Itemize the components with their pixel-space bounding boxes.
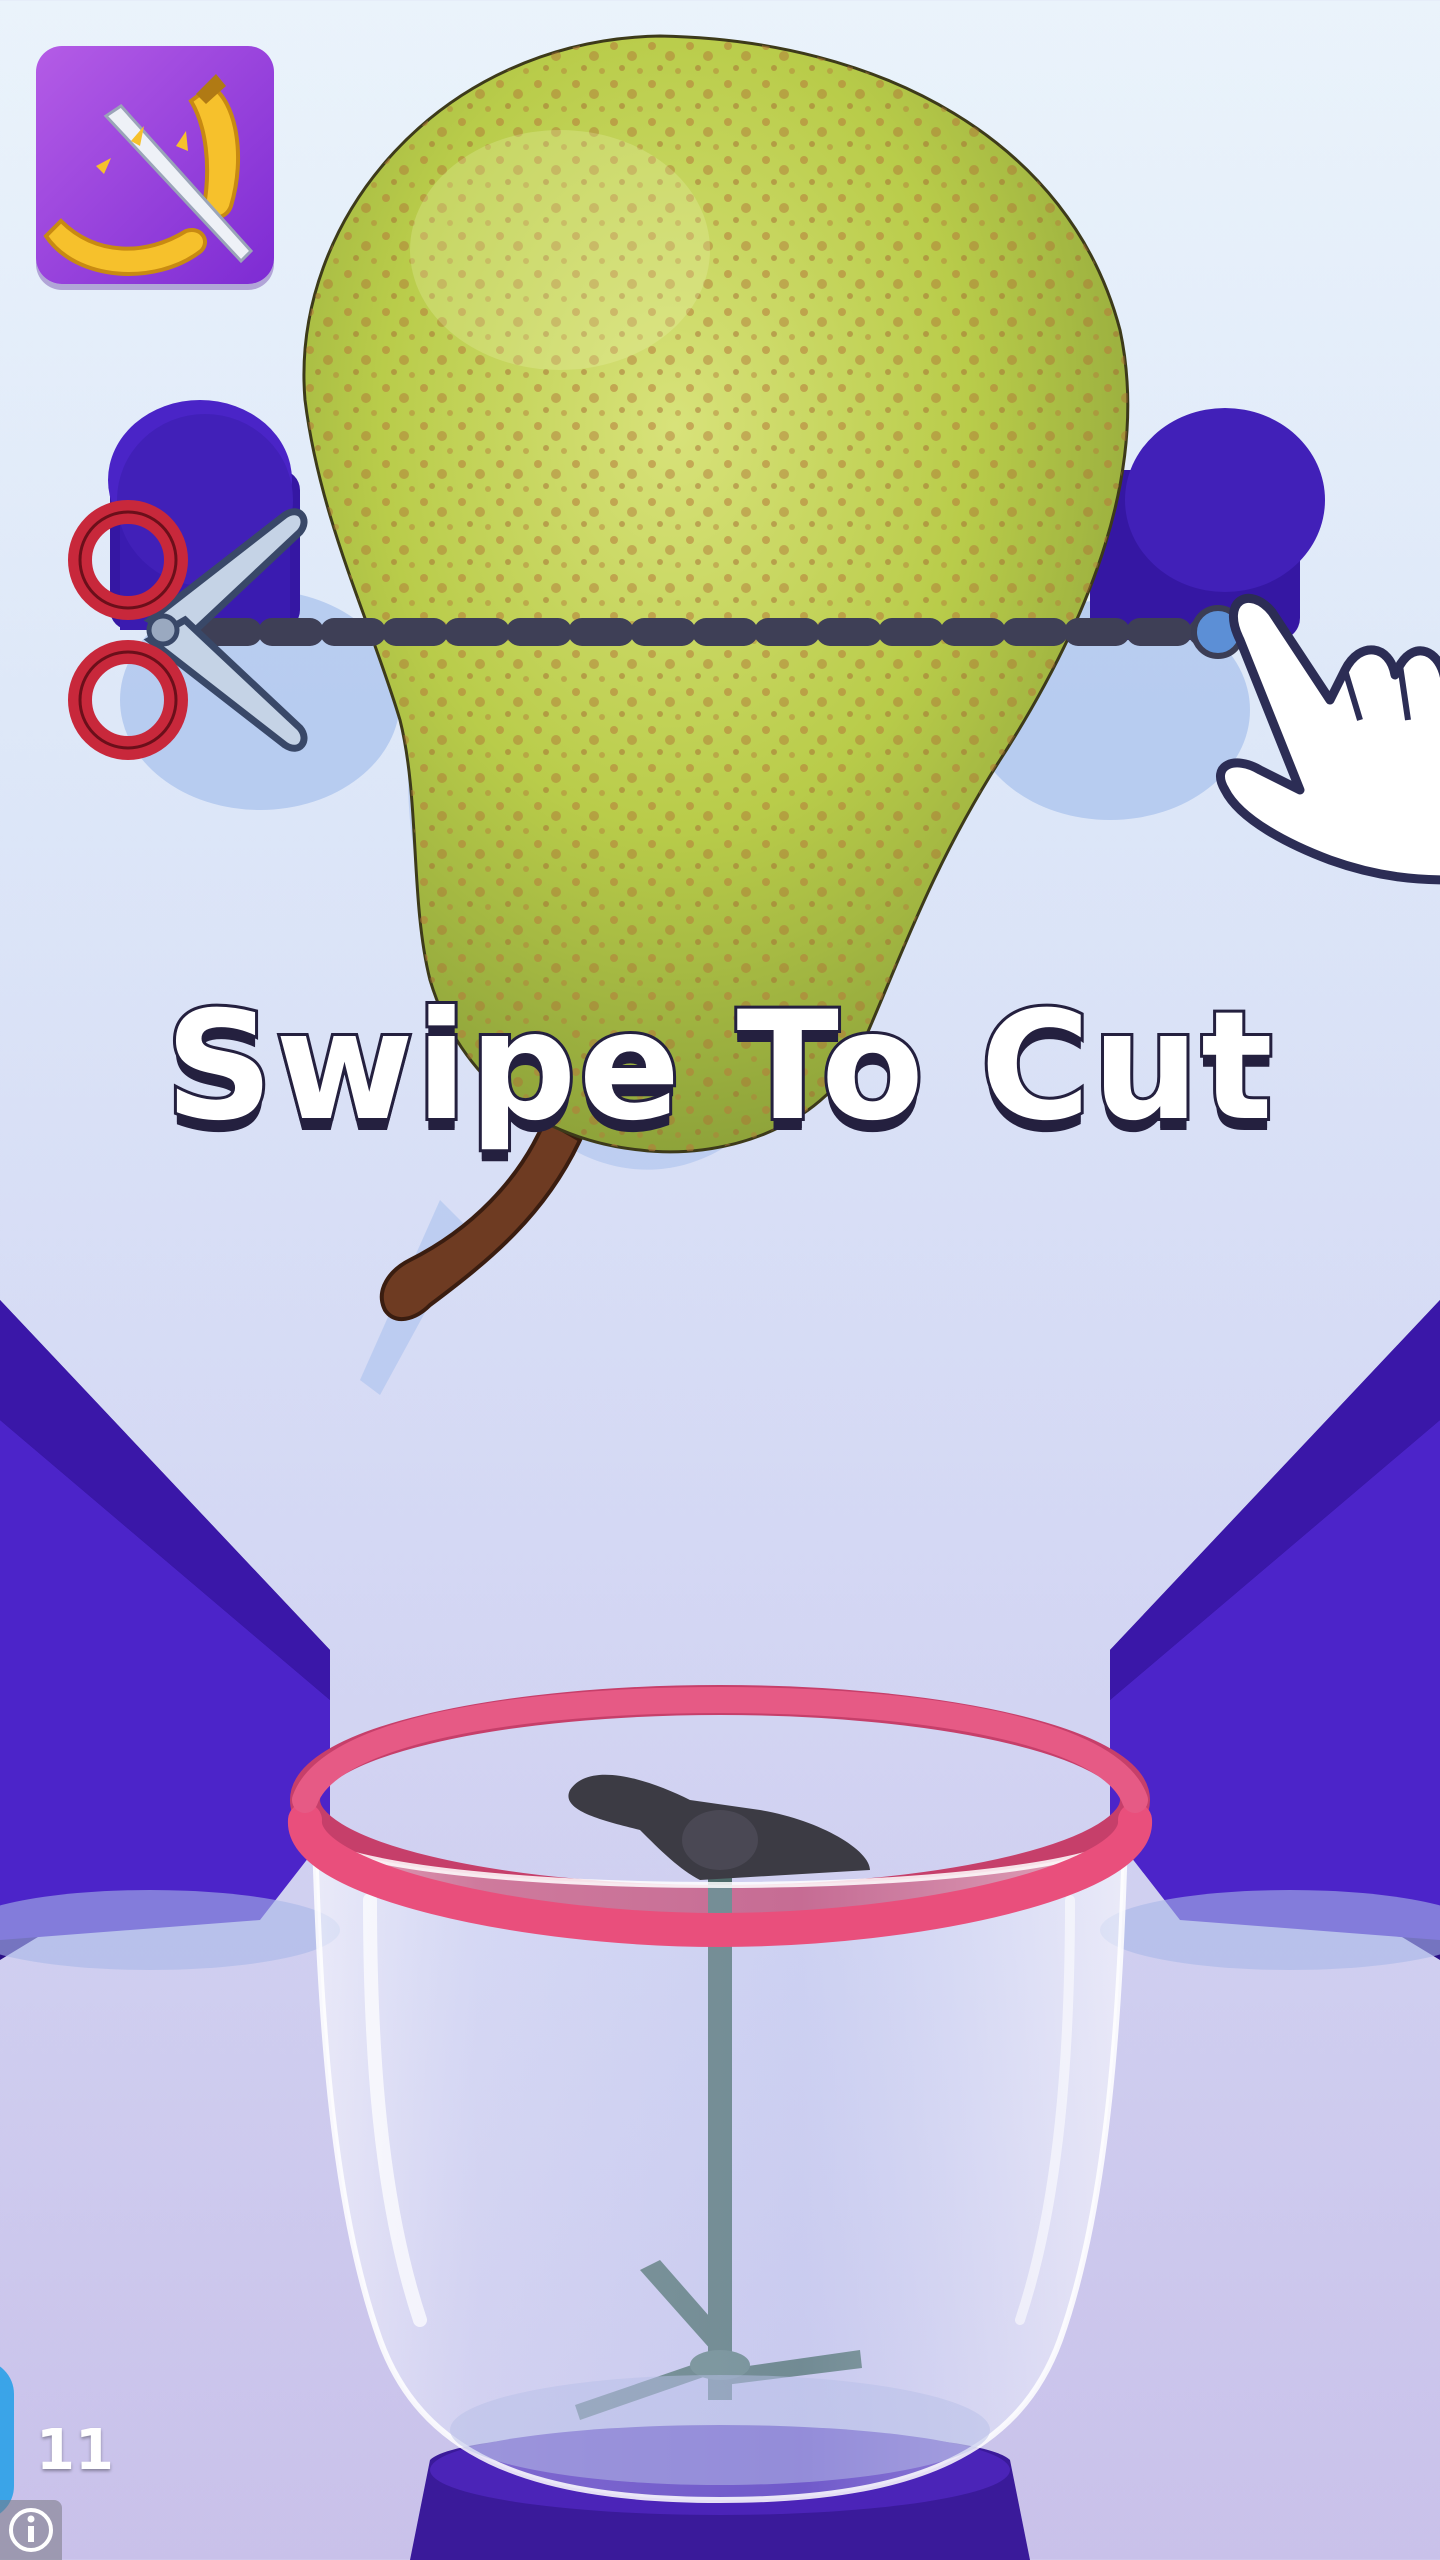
info-button[interactable] [0,2500,62,2560]
banana-knife-icon[interactable] [36,46,274,284]
info-icon [9,2508,53,2552]
side-tab-indicator [0,2360,14,2520]
level-number: 11 [36,2418,114,2483]
blender [288,1685,1152,2560]
swipe-to-cut-instruction: Swipe To Cut [162,977,1276,1157]
app-icon-art [43,74,254,276]
